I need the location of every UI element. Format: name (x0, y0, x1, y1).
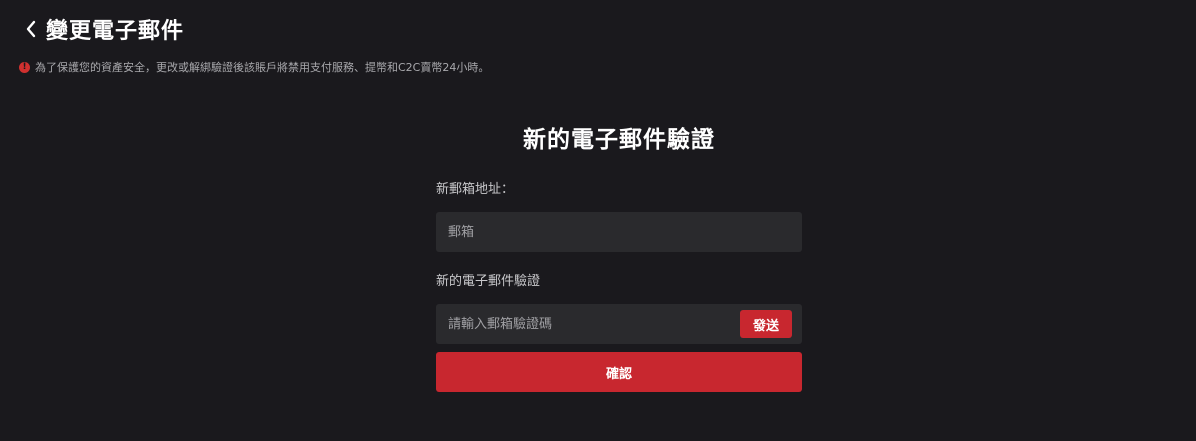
back-button[interactable] (22, 17, 40, 41)
page-title: 變更電子郵件 (46, 19, 185, 44)
code-label: 新的電子郵件驗證 (436, 274, 541, 289)
exclamation-circle-icon: ! (19, 61, 30, 73)
email-field-container (436, 212, 802, 252)
chevron-left-icon (26, 20, 36, 38)
confirm-button[interactable]: 確認 (436, 352, 802, 392)
email-input[interactable] (436, 212, 802, 252)
verification-code-input[interactable] (436, 304, 726, 344)
send-code-button[interactable]: 發送 (740, 310, 792, 338)
security-warning: ! 為了保護您的資產安全，更改或解綁驗證後該賬戶將禁用支付服務、提幣和C2C賣幣… (19, 59, 489, 75)
email-label: 新郵箱地址： (436, 182, 515, 197)
warning-text: 為了保護您的資產安全，更改或解綁驗證後該賬戶將禁用支付服務、提幣和C2C賣幣24… (35, 61, 490, 74)
form-title: 新的電子郵件驗證 (523, 127, 715, 153)
page-header: 變更電子郵件 (22, 13, 184, 45)
code-field-container: 發送 (436, 304, 802, 344)
